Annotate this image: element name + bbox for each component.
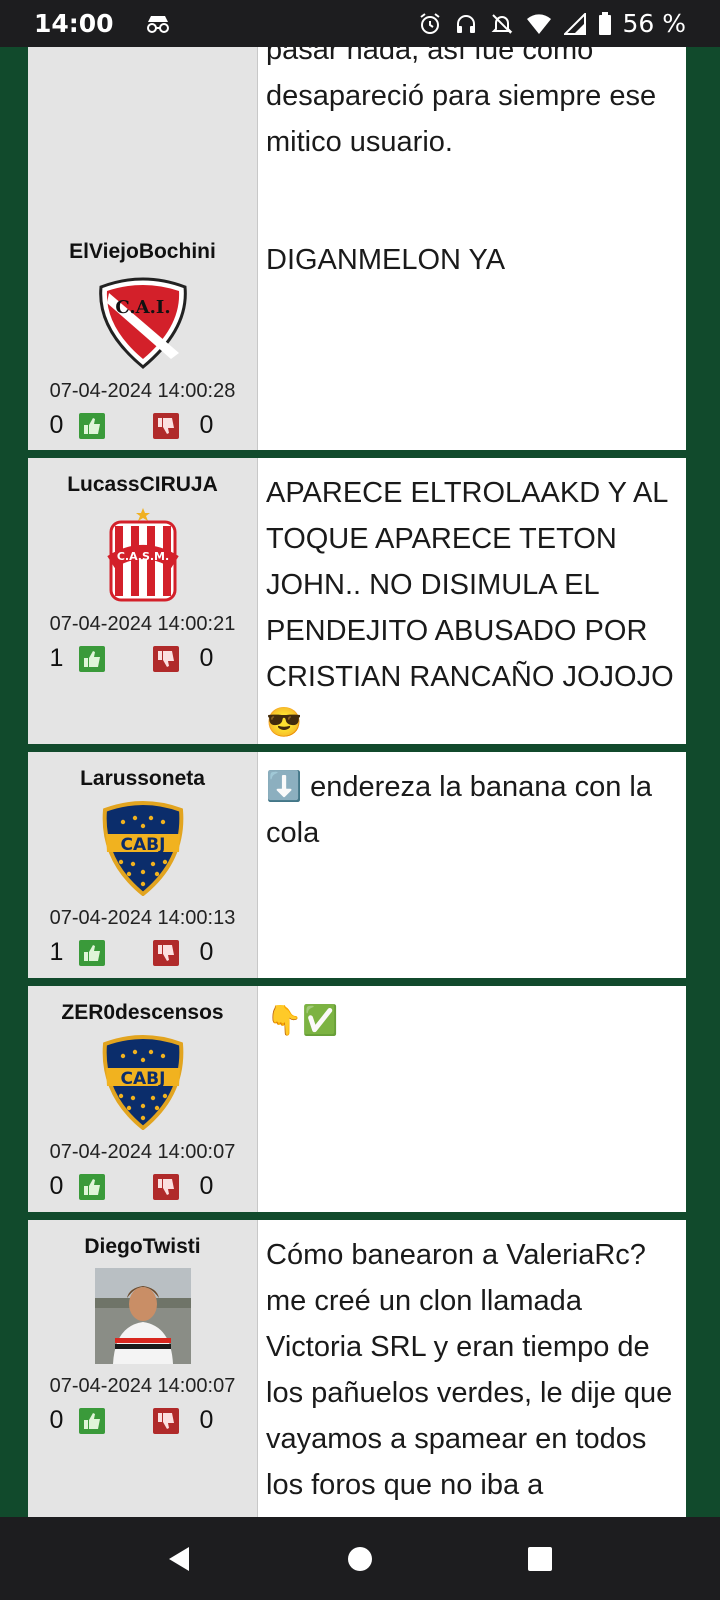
svg-text:CABJ: CABJ [120,1069,165,1089]
headset-icon [454,12,478,36]
recents-square-icon [528,1546,552,1571]
username-link[interactable]: ZER0descensos [61,998,223,1028]
post-date: 07-04-2024 14:00:28 [49,380,236,402]
like-count: 0 [49,1406,64,1434]
back-triangle-icon [169,1546,189,1571]
like-count: 0 [49,411,64,439]
username-link[interactable]: DiegoTwisti [84,1232,200,1262]
comment-post: Larussoneta CABJ 07-04-2024 14:00:13 1 0… [28,752,686,978]
notifications-off-icon [490,12,514,36]
comment-text: Cómo banearon a ValeriaRc? me creé un cl… [258,1220,686,1517]
battery-percent: 56 % [622,9,686,38]
club-badge-boca-juniors-icon: CABJ [93,798,193,898]
svg-text:C.A.I.: C.A.I. [115,297,170,318]
vote-bar: 0 0 [43,411,243,440]
comment-post: DiegoTwisti 07-04-2024 14:00:07 0 0 Cómo… [28,1220,686,1517]
like-count: 1 [49,644,64,672]
thumbs-down-icon[interactable] [152,1173,179,1200]
post-date: 07-04-2024 14:00:07 [49,1141,236,1163]
system-navigation-bar [0,1517,720,1600]
thumbs-up-icon[interactable] [78,1407,105,1434]
comment-body: pasar nada, así fue como desapareció par… [266,47,657,158]
alarm-icon [418,12,442,36]
vote-bar: 0 0 [43,1406,243,1435]
comment-text: APARECE ELTROLAAKD Y AL TOQUE APARECE TE… [258,458,686,744]
like-count: 0 [49,1172,64,1200]
user-panel: DiegoTwisti 07-04-2024 14:00:07 0 0 [28,1220,258,1517]
comment-post: ZER0descensos CABJ 07-04-2024 14:00:07 0 [28,986,686,1212]
comment-text: 👇✅ [258,986,686,1212]
user-panel: ElViejoBochini C.A.I. 07-04-2024 14:00:2… [28,225,258,450]
thumbs-down-icon[interactable] [152,412,179,439]
vote-bar: 0 0 [43,1172,243,1201]
comment-text: DIGANMELON YA [258,225,686,450]
dislike-count: 0 [199,644,214,672]
thumbs-up-icon[interactable] [78,1173,105,1200]
club-badge-independiente-icon: C.A.I. [93,271,193,371]
home-circle-icon [348,1546,372,1571]
vote-bar: 1 0 [43,644,243,673]
dislike-count: 0 [199,1406,214,1434]
like-count: 1 [49,938,64,966]
username-link[interactable]: LucassCIRUJA [67,470,218,500]
status-bar: 14:00 56 % [0,0,720,47]
recents-button[interactable] [515,1534,565,1584]
username-link[interactable]: ElViejoBochini [69,237,216,267]
username-link[interactable]: Larussoneta [80,764,205,794]
comment-post: LucassCIRUJA C.A.S.M. 07-04-2024 14:00:2… [28,458,686,744]
thumbs-down-icon[interactable] [152,939,179,966]
comment-post: ElViejoBochini C.A.I. 07-04-2024 14:00:2… [28,225,686,450]
dislike-count: 0 [199,411,214,439]
battery-icon [598,11,612,36]
back-button[interactable] [155,1534,205,1584]
post-date: 07-04-2024 14:00:13 [49,907,236,929]
comment-text: ⬇️ endereza la banana con la cola [258,752,686,978]
thumbs-down-icon[interactable] [152,1407,179,1434]
svg-text:C.A.S.M.: C.A.S.M. [116,550,168,563]
thumbs-up-icon[interactable] [78,645,105,672]
post-date: 07-04-2024 14:00:21 [49,613,236,635]
comment-body: APARECE ELTROLAAKD Y AL TOQUE APARECE TE… [266,477,674,739]
club-badge-san-martin-icon: C.A.S.M. [93,504,193,604]
signal-icon [564,12,587,35]
thumbs-up-icon[interactable] [78,939,105,966]
comment-feed[interactable]: pasar nada, así fue como desapareció par… [28,47,686,1517]
comment-body: DIGANMELON YA [266,244,506,276]
incognito-icon [144,13,172,35]
dislike-count: 0 [199,938,214,966]
club-badge-boca-juniors-icon: CABJ [93,1032,193,1132]
user-panel: ZER0descensos CABJ 07-04-2024 14:00:07 0 [28,986,258,1212]
comment-body: Cómo banearon a ValeriaRc? me creé un cl… [266,1239,673,1501]
svg-text:CABJ: CABJ [120,835,165,855]
dislike-count: 0 [199,1172,214,1200]
comment-body: ⬇️ endereza la banana con la cola [266,771,652,849]
post-date: 07-04-2024 14:00:07 [49,1375,236,1397]
comment-body: 👇✅ [266,1005,339,1037]
user-panel: Larussoneta CABJ 07-04-2024 14:00:13 1 0 [28,752,258,978]
thumbs-down-icon[interactable] [152,645,179,672]
user-panel: LucassCIRUJA C.A.S.M. 07-04-2024 14:00:2… [28,458,258,744]
thumbs-up-icon[interactable] [78,412,105,439]
vote-bar: 1 0 [43,938,243,967]
status-time: 14:00 [34,9,114,38]
home-button[interactable] [335,1534,385,1584]
user-photo-avatar [93,1266,193,1366]
wifi-icon [526,13,552,35]
